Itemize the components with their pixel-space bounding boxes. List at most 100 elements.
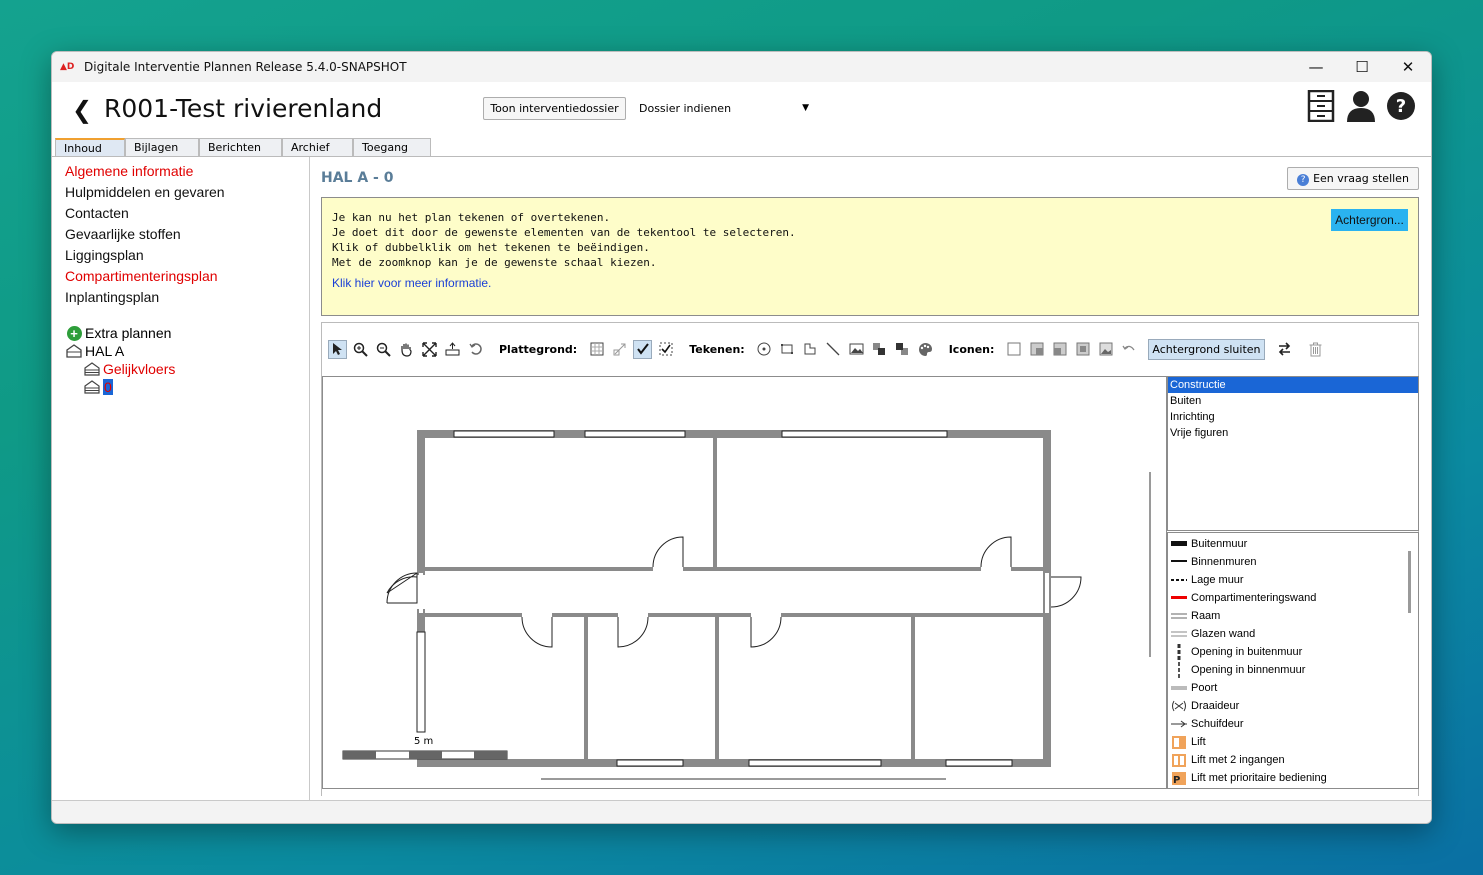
zoom-in-icon[interactable]	[351, 340, 370, 359]
gate-icon	[1170, 681, 1188, 695]
sidebar-item-compartimenteringsplan[interactable]: Compartimenteringsplan	[55, 266, 309, 287]
sidebar-item-liggingsplan[interactable]: Liggingsplan	[55, 245, 309, 266]
legend-label: Opening in buitenmuur	[1191, 646, 1303, 658]
legend-label: Lift met 2 ingangen	[1191, 754, 1285, 766]
tab-archief[interactable]: Archief	[282, 138, 353, 156]
help-icon[interactable]: ?	[1385, 90, 1417, 122]
achtergrond-sluiten-button[interactable]: Achtergrond sluiten	[1148, 338, 1265, 360]
maximize-icon[interactable]: ☐	[1339, 52, 1385, 82]
sidebar-item-algemene-informatie[interactable]: Algemene informatie	[55, 161, 309, 182]
outer-wall-icon	[1170, 537, 1188, 551]
layer-item-constructie[interactable]: Constructie	[1168, 377, 1418, 393]
line-icon[interactable]	[824, 340, 843, 359]
legend-item[interactable]: Buitenmuur	[1168, 535, 1418, 553]
check-icon[interactable]	[633, 339, 653, 359]
legend-label: Opening in binnenmuur	[1191, 664, 1306, 676]
priority-elevator-icon: P	[1170, 771, 1188, 785]
icon-tool-1-icon[interactable]	[1004, 340, 1023, 359]
legend-item[interactable]: Lage muur	[1168, 571, 1418, 589]
trash-icon[interactable]	[1306, 340, 1325, 359]
more-info-link[interactable]: Klik hier voor meer informatie.	[332, 276, 1408, 291]
dossier-action-select[interactable]: Dossier indienen ▼	[639, 97, 809, 120]
een-vraag-stellen-button[interactable]: ? Een vraag stellen	[1287, 167, 1419, 190]
transform-icon[interactable]	[610, 340, 629, 359]
legend-item[interactable]: Draaideur	[1168, 697, 1418, 715]
image-icon[interactable]	[847, 340, 866, 359]
legend-item[interactable]: Opening in buitenmuur	[1168, 643, 1418, 661]
tab-bijlagen[interactable]: Bijlagen	[125, 138, 199, 156]
check-dotted-icon[interactable]	[656, 340, 675, 359]
measure-icon[interactable]	[443, 340, 462, 359]
icon-tool-3-icon[interactable]	[1050, 340, 1069, 359]
elevator-two-entrances-icon	[1170, 753, 1188, 767]
legend-item[interactable]: Poort	[1168, 679, 1418, 697]
plan-tree: + Extra plannen HAL A Gelijkvloers 0	[55, 324, 309, 396]
send-back-icon[interactable]	[893, 340, 912, 359]
legend-item[interactable]: Schuifdeur	[1168, 715, 1418, 733]
layer-item-vrije-figuren[interactable]: Vrije figuren	[1168, 425, 1418, 441]
icon-tool-4-icon[interactable]	[1073, 340, 1092, 359]
legend-item[interactable]: Lift met 2 ingangen	[1168, 751, 1418, 769]
add-icon: +	[66, 325, 82, 341]
select-pointer-icon[interactable]	[328, 339, 347, 359]
building-icon	[65, 343, 83, 359]
element-legend: Buitenmuur Binnenmuren Lage muur Compart…	[1167, 532, 1419, 789]
icon-tool-5-icon[interactable]	[1096, 340, 1115, 359]
tree-item-gelijkvloers[interactable]: Gelijkvloers	[65, 360, 309, 378]
info-panel: Je kan nu het plan tekenen of overtekene…	[321, 197, 1419, 316]
legend-item[interactable]: Glazen wand	[1168, 625, 1418, 643]
legend-item[interactable]: Lift	[1168, 733, 1418, 751]
plan-title: HAL A - 0	[321, 170, 394, 186]
legend-label: Lift met prioritaire bediening	[1191, 772, 1327, 784]
point-icon[interactable]	[755, 340, 774, 359]
pan-hand-icon[interactable]	[397, 340, 416, 359]
floor-plan-canvas[interactable]: 5 m	[322, 376, 1167, 789]
swap-icon[interactable]	[1275, 340, 1294, 359]
sidebar-item-inplantingsplan[interactable]: Inplantingsplan	[55, 287, 309, 308]
tree-item-0[interactable]: 0	[65, 378, 309, 396]
polygon-icon[interactable]	[801, 340, 820, 359]
plattegrond-label: Plattegrond:	[499, 342, 578, 356]
sidebar-item-hulpmiddelen[interactable]: Hulpmiddelen en gevaren	[55, 182, 309, 203]
palette-icon[interactable]	[916, 340, 935, 359]
toon-interventiedossier-button[interactable]: Toon interventiedossier	[483, 97, 626, 120]
grid-icon[interactable]	[587, 340, 606, 359]
dossier-select-value: Dossier indienen	[639, 102, 732, 115]
legend-scrollbar[interactable]	[1408, 551, 1411, 613]
icon-tool-2-icon[interactable]	[1027, 340, 1046, 359]
tree-item-hal[interactable]: HAL A	[65, 342, 309, 360]
zoom-out-icon[interactable]	[374, 340, 393, 359]
glass-wall-icon	[1170, 627, 1188, 641]
user-icon[interactable]	[1345, 90, 1377, 122]
minimize-icon[interactable]: —	[1293, 52, 1339, 82]
svg-text:?: ?	[1396, 96, 1406, 117]
tab-inhoud[interactable]: Inhoud	[55, 138, 125, 156]
cabinet-icon[interactable]	[1305, 90, 1337, 122]
tab-toegang[interactable]: Toegang	[353, 138, 431, 156]
rotate-icon[interactable]	[466, 340, 485, 359]
compartment-wall-icon	[1170, 591, 1188, 605]
legend-item[interactable]: Compartimenteringswand	[1168, 589, 1418, 607]
layer-item-inrichting[interactable]: Inrichting	[1168, 409, 1418, 425]
floor-plan	[342, 430, 1151, 780]
tree-item-extra-plannen[interactable]: + Extra plannen	[65, 324, 309, 342]
drawing-toolbar: Plattegrond: Tekenen: Iconen: Achtergron…	[328, 337, 1325, 361]
chevron-left-icon[interactable]: ❮	[72, 96, 92, 124]
undo-icon[interactable]	[1119, 340, 1138, 359]
rectangle-icon[interactable]	[778, 340, 797, 359]
legend-item[interactable]: Binnenmuren	[1168, 553, 1418, 571]
legend-item[interactable]: Opening in binnenmuur	[1168, 661, 1418, 679]
sidebar-item-contacten[interactable]: Contacten	[55, 203, 309, 224]
tab-berichten[interactable]: Berichten	[199, 138, 282, 156]
close-icon[interactable]: ✕	[1385, 52, 1431, 82]
window-icon	[1170, 609, 1188, 623]
sidebar-item-gevaarlijke-stoffen[interactable]: Gevaarlijke stoffen	[55, 224, 309, 245]
legend-item[interactable]: Raam	[1168, 607, 1418, 625]
layer-item-buiten[interactable]: Buiten	[1168, 393, 1418, 409]
achtergrond-button[interactable]: Achtergron...	[1331, 209, 1408, 231]
elevator-icon	[1170, 735, 1188, 749]
fit-to-screen-icon[interactable]	[420, 340, 439, 359]
bring-front-icon[interactable]	[870, 340, 889, 359]
legend-item[interactable]: P Lift met prioritaire bediening	[1168, 769, 1418, 787]
sidebar: Algemene informatie Hulpmiddelen en geva…	[55, 157, 310, 800]
